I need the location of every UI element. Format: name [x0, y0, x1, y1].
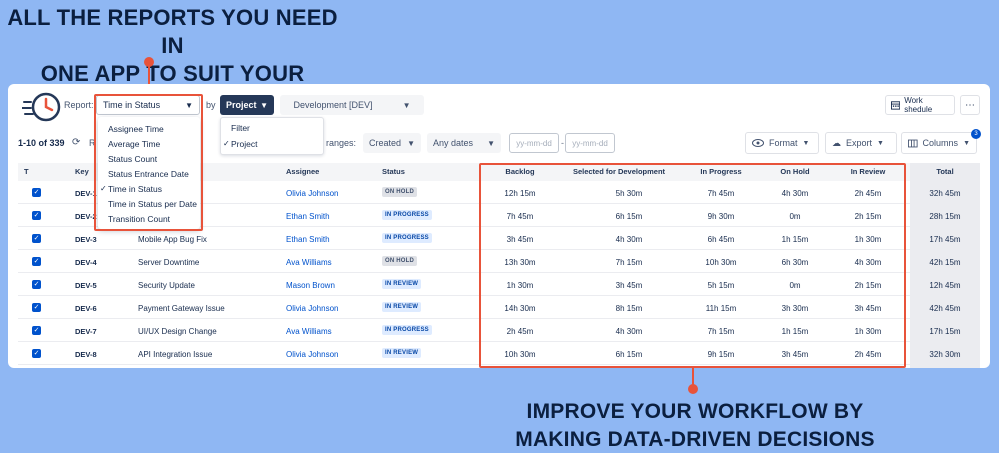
by-label: by: [206, 100, 216, 110]
status-badge: ON HOLD: [382, 256, 418, 266]
assignee-link[interactable]: Ethan Smith: [286, 235, 330, 244]
total-time: 12h 45m: [929, 281, 961, 290]
issue-summary[interactable]: API Integration Issue: [138, 350, 212, 359]
date-range-select[interactable]: Any dates ▼: [427, 133, 501, 153]
eye-icon: [752, 139, 764, 147]
pagination-count: 1-10 of 339: [18, 138, 65, 148]
report-label: Report:: [64, 100, 94, 110]
date-type-value: Created: [369, 138, 402, 148]
callout-dot-bottom: [688, 384, 698, 394]
check-icon: ✓: [223, 139, 230, 148]
issue-key[interactable]: DEV-3: [75, 235, 97, 244]
cloud-upload-icon: ☁: [832, 137, 841, 148]
columns-button[interactable]: Columns ▼: [901, 132, 977, 154]
chevron-down-icon: ▼: [402, 100, 411, 110]
chevron-down-icon: ▼: [487, 138, 495, 148]
status-badge: IN REVIEW: [382, 279, 422, 289]
header-status[interactable]: Status: [382, 167, 405, 176]
issue-key[interactable]: DEV-4: [75, 258, 97, 267]
status-badge: ON HOLD: [382, 187, 418, 197]
date-type-select[interactable]: Created ▼: [363, 133, 421, 153]
row-checkbox[interactable]: ✓: [32, 280, 41, 289]
total-time: 32h 45m: [929, 189, 961, 198]
app-logo-clock-icon: [22, 92, 61, 122]
more-icon: ⋯: [965, 99, 975, 111]
row-checkbox[interactable]: ✓: [32, 234, 41, 243]
header-total[interactable]: Total: [905, 167, 985, 176]
group-select-value: Project: [226, 100, 257, 110]
issue-summary[interactable]: Mobile App Bug Fix: [138, 235, 207, 244]
more-options-button[interactable]: ⋯: [960, 95, 980, 115]
headline-bottom: IMPROVE YOUR WORKFLOW BY MAKING DATA-DRI…: [490, 398, 900, 453]
row-checkbox[interactable]: ✓: [32, 257, 41, 266]
row-checkbox[interactable]: ✓: [32, 326, 41, 335]
export-label: Export: [846, 138, 873, 148]
row-checkbox[interactable]: ✓: [32, 211, 41, 220]
status-badge: IN PROGRESS: [382, 233, 432, 243]
refresh-icon[interactable]: ⟳: [72, 137, 80, 148]
assignee-link[interactable]: Olivia Johnson: [286, 350, 338, 359]
issue-summary[interactable]: UI/UX Design Change: [138, 327, 217, 336]
date-separator: -: [561, 138, 564, 148]
chevron-down-icon: ▼: [802, 139, 810, 147]
assignee-link[interactable]: Ava Williams: [286, 258, 332, 267]
chevron-down-icon: ▼: [877, 139, 884, 147]
total-time: 17h 15m: [929, 327, 961, 336]
total-time: 17h 45m: [929, 235, 961, 244]
status-badge: IN PROGRESS: [382, 210, 432, 220]
row-checkbox[interactable]: ✓: [32, 349, 41, 358]
chevron-down-icon: ▼: [260, 100, 268, 110]
issue-key[interactable]: DEV-8: [75, 350, 97, 359]
export-button[interactable]: ☁ Export ▼: [825, 132, 897, 154]
columns-icon: [908, 139, 918, 147]
issue-summary[interactable]: Payment Gateway Issue: [138, 304, 225, 313]
columns-label: Columns: [922, 138, 959, 148]
total-time: 28h 15m: [929, 212, 961, 221]
header-t: T: [24, 167, 29, 176]
headline-bottom-line-2: MAKING DATA-DRIVEN DECISIONS: [515, 428, 875, 451]
row-checkbox[interactable]: ✓: [32, 188, 41, 197]
chevron-down-icon: ▼: [407, 138, 415, 148]
menu-item-filter[interactable]: Filter: [231, 123, 250, 133]
total-time: 32h 30m: [929, 350, 961, 359]
header-key[interactable]: Key: [75, 167, 89, 176]
total-time: 42h 45m: [929, 304, 961, 313]
issue-key[interactable]: DEV-5: [75, 281, 97, 290]
issue-summary[interactable]: Server Downtime: [138, 258, 199, 267]
row-checkbox[interactable]: ✓: [32, 303, 41, 312]
highlight-frame-reports: [94, 94, 203, 231]
group-by-menu: Filter ✓ Project: [220, 117, 324, 155]
format-button[interactable]: Format ▼: [745, 132, 819, 154]
headline-top-line-1: ALL THE REPORTS YOU NEED IN: [7, 5, 338, 58]
issue-summary[interactable]: Security Update: [138, 281, 195, 290]
menu-item-project[interactable]: Project: [231, 139, 257, 149]
work-schedule-button[interactable]: Work shedule: [885, 95, 955, 115]
status-badge: IN REVIEW: [382, 348, 422, 358]
assignee-link[interactable]: Olivia Johnson: [286, 189, 338, 198]
headline-bottom-line-1: IMPROVE YOUR WORKFLOW BY: [526, 400, 864, 423]
highlight-frame-status-columns: [479, 163, 906, 368]
assignee-link[interactable]: Olivia Johnson: [286, 304, 338, 313]
status-badge: IN REVIEW: [382, 302, 422, 312]
issue-key[interactable]: DEV-6: [75, 304, 97, 313]
group-select[interactable]: Project ▼: [220, 95, 274, 115]
calendar-icon: [891, 101, 901, 110]
total-time: 42h 15m: [929, 258, 961, 267]
assignee-link[interactable]: Ethan Smith: [286, 212, 330, 221]
date-range-value: Any dates: [433, 138, 474, 148]
issue-key[interactable]: DEV-7: [75, 327, 97, 336]
status-badge: IN PROGRESS: [382, 325, 432, 335]
date-to-input[interactable]: yy-mm-dd: [565, 133, 615, 153]
columns-count-badge: 3: [971, 129, 981, 139]
assignee-link[interactable]: Ava Williams: [286, 327, 332, 336]
header-assignee[interactable]: Assignee: [286, 167, 319, 176]
date-ranges-label: ranges:: [326, 138, 357, 148]
work-schedule-label: Work shedule: [904, 96, 933, 114]
project-select-value: Development [DEV]: [293, 100, 373, 110]
project-select[interactable]: Development [DEV] ▼: [280, 95, 424, 115]
chevron-down-icon: ▼: [963, 139, 970, 147]
format-label: Format: [769, 138, 798, 148]
assignee-link[interactable]: Mason Brown: [286, 281, 335, 290]
date-from-input[interactable]: yy-mm-dd: [509, 133, 559, 153]
